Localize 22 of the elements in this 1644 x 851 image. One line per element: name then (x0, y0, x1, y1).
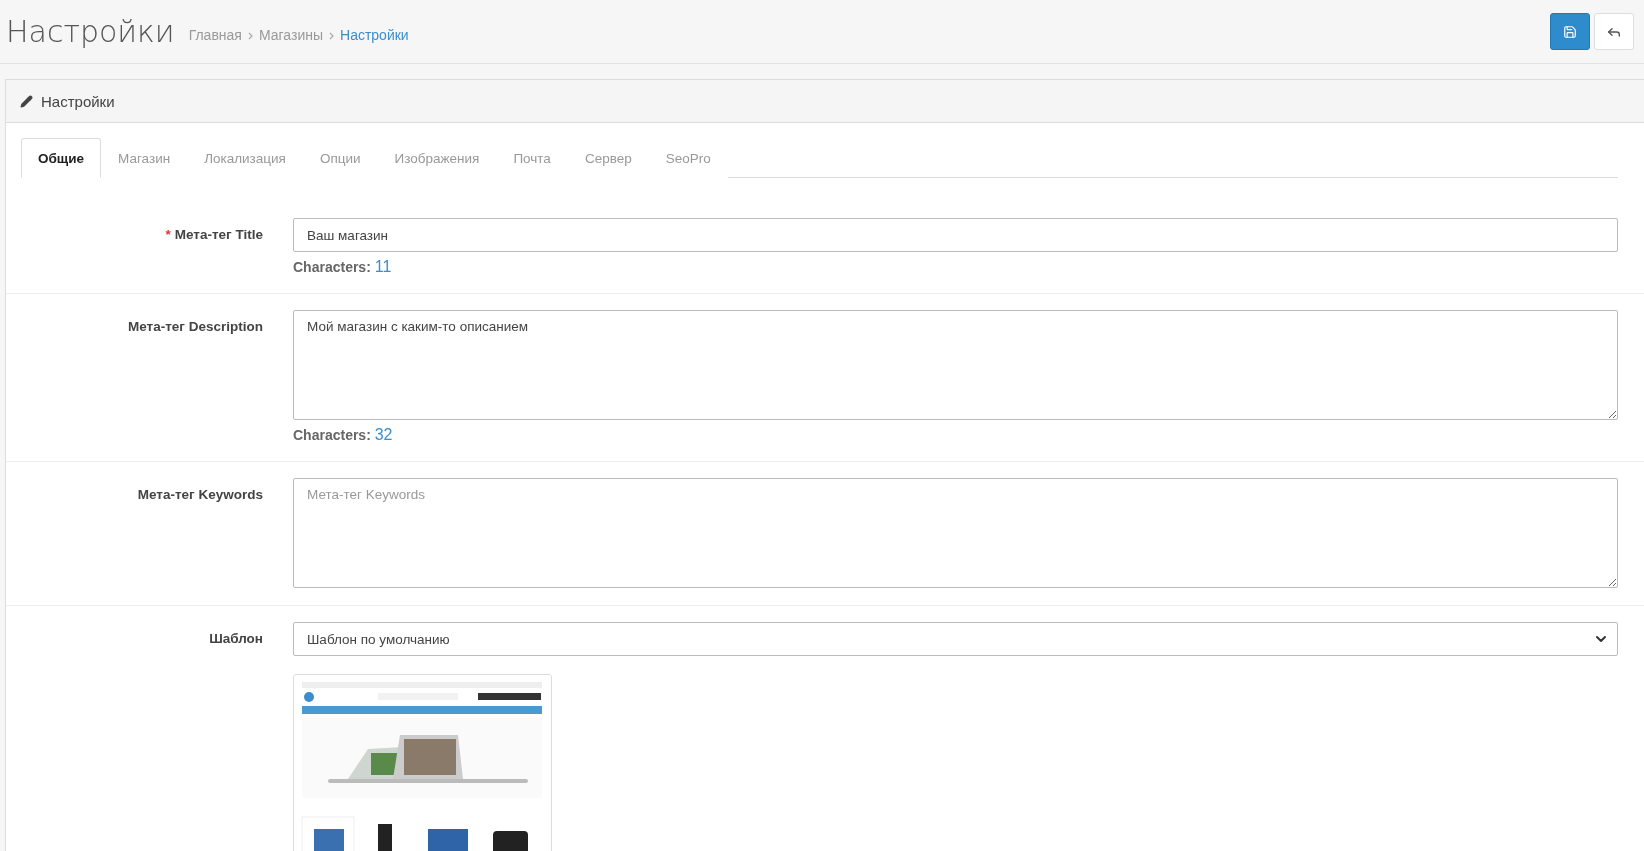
chevron-icon (329, 31, 334, 40)
back-button[interactable] (1594, 13, 1634, 50)
panel-title: Настройки (41, 92, 115, 110)
text-area[interactable]: Мета-тег Keywords (293, 478, 1618, 588)
breadcrumb-link[interactable]: Главная (188, 26, 242, 43)
breadcrumb-link[interactable]: Магазины (258, 26, 323, 43)
field-label: Мета-тег Keywords (136, 486, 263, 504)
field-label: Мета-тег Description (127, 318, 263, 336)
character-count: Characters: 32 (293, 426, 394, 444)
select-field[interactable]: Шаблон по умолчанию (293, 622, 1618, 656)
field-label: Шаблон (208, 630, 263, 648)
save-button[interactable] (1550, 13, 1590, 50)
pencil-icon (20, 94, 33, 108)
text-area[interactable]: Мой магазин с каким-то описанием (293, 310, 1618, 420)
save-icon (1563, 24, 1577, 39)
character-count: Characters: 11 (293, 258, 393, 276)
page-title: Настройки (6, 14, 175, 49)
breadcrumb-link[interactable]: Настройки (340, 26, 409, 43)
input-field[interactable]: Ваш магазин (293, 218, 1618, 252)
field-label: * Мета-тег Title (164, 226, 263, 244)
tab[interactable]: Общие (21, 138, 102, 178)
chevron-icon (247, 31, 253, 40)
